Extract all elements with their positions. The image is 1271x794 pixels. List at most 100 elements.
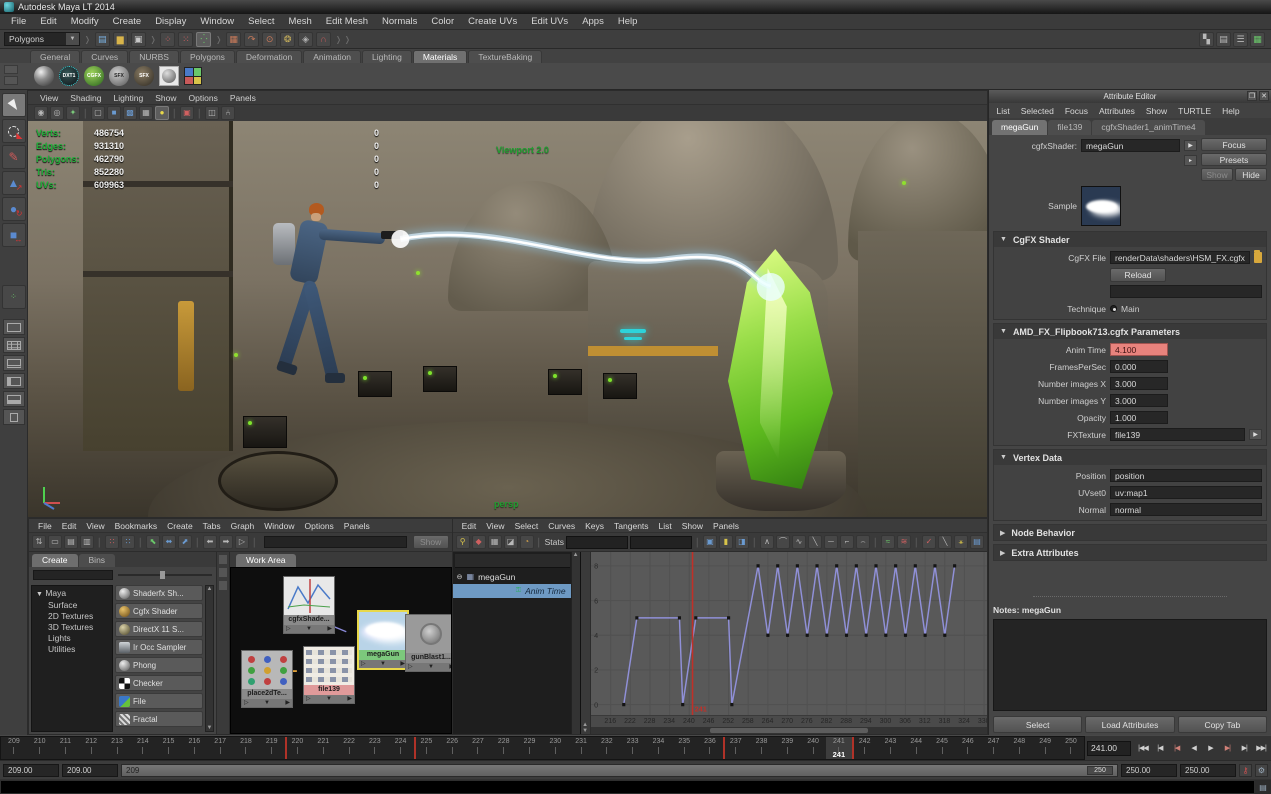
region-select-icon[interactable]: ◪ <box>503 535 518 549</box>
timeline-frame[interactable]: 227 <box>465 737 491 759</box>
shaderfx-dark-icon[interactable]: SFX <box>134 66 154 86</box>
camera-select-icon[interactable]: ◉ <box>34 106 48 120</box>
focus-button[interactable]: Focus <box>1201 138 1267 151</box>
color-set-icon[interactable] <box>184 67 202 85</box>
menu-item[interactable]: Edit UVs <box>524 16 575 27</box>
lattice-deform-icon[interactable]: ▦ <box>487 535 502 549</box>
graph-editor-menu-item[interactable]: Tangents <box>609 521 654 531</box>
menu-item[interactable]: Window <box>193 16 241 27</box>
hypershade-menu-item[interactable]: Tabs <box>198 521 226 531</box>
dxt1-compress-icon[interactable]: DXT1 <box>59 66 79 86</box>
notes-textarea[interactable] <box>993 619 1267 711</box>
range-slider-fill[interactable]: 209 250 <box>122 764 1117 776</box>
node-button-ir-occ[interactable]: Ir Occ Sampler <box>115 639 203 655</box>
graph-editor-menu-item[interactable]: View <box>481 521 509 531</box>
select-tool-button[interactable] <box>1 93 26 117</box>
show-button[interactable]: Show <box>1201 168 1233 181</box>
timeline-frame[interactable]: 226 <box>439 737 465 759</box>
tree-item-3d-textures[interactable]: 3D Textures <box>36 622 112 633</box>
grid-green-icon[interactable]: ▦ <box>1250 31 1265 47</box>
swatch-menu-icon[interactable]: ▶ <box>1184 140 1197 151</box>
menu-item[interactable]: Mesh <box>282 16 319 27</box>
graph-editor-menu-item[interactable]: Keys <box>580 521 609 531</box>
last-tool-button[interactable]: ⁘ <box>1 285 26 309</box>
graph-vertical-scrollbar[interactable]: ▲ ▼ <box>580 552 591 734</box>
presets-button[interactable]: Presets <box>1201 153 1267 166</box>
rotate-tool-button[interactable]: ● ↻ <box>1 197 26 221</box>
create-bar-icon[interactable]: ∷ <box>105 535 119 549</box>
ae-menu-item[interactable]: List <box>991 106 1015 116</box>
timeline-frame[interactable]: 244 <box>903 737 929 759</box>
tree-item-2d-textures[interactable]: 2D Textures <box>36 611 112 622</box>
select-object-icon[interactable]: ⁙ <box>178 31 194 47</box>
hypershade-mini-toolbar[interactable] <box>217 552 230 734</box>
node-button-fractal[interactable]: Fractal <box>115 711 203 727</box>
timeline-frame[interactable]: 235 <box>671 737 697 759</box>
xray-cube-icon[interactable]: ◫ <box>205 106 219 120</box>
shelf-tab[interactable]: TextureBaking <box>468 50 543 63</box>
technique-radio[interactable] <box>1110 305 1117 312</box>
graph-editor-menu-item[interactable]: Edit <box>457 521 482 531</box>
node-button-dx11[interactable]: DirectX 11 S... <box>115 621 203 637</box>
timeline-frame[interactable]: 245 <box>929 737 955 759</box>
step-tangent-icon[interactable]: ⌐ <box>840 535 854 549</box>
shelf-side-buttons[interactable] <box>4 65 18 85</box>
notes-icon[interactable]: ▤ <box>1216 31 1231 47</box>
timeline-frame[interactable]: 234 <box>646 737 672 759</box>
shelf-tab[interactable]: Materials <box>412 50 468 63</box>
lasso-tool-button[interactable]: ◣ <box>1 119 26 143</box>
graph-editor-menu-item[interactable]: Show <box>677 521 708 531</box>
copy-tab-button[interactable]: Copy Tab <box>1177 716 1267 733</box>
go-to-start-button[interactable]: |◀◀ <box>1135 740 1151 756</box>
graph-horizontal-scrollbar[interactable] <box>590 727 987 734</box>
time-snap-icon[interactable]: ◔ <box>519 535 534 549</box>
hypershade-menu-item[interactable]: View <box>81 521 109 531</box>
menu-item[interactable]: Color <box>424 16 461 27</box>
number-images-x-field[interactable]: 3.000 <box>1110 377 1168 390</box>
timeline-frame[interactable]: 231 <box>568 737 594 759</box>
play-forwards-button[interactable]: ▶ <box>1203 740 1219 756</box>
spline-tangent-icon[interactable]: ⌒ <box>776 535 790 549</box>
timeline-frame[interactable]: 242 <box>851 737 878 759</box>
timeline-frame[interactable]: 241 241 <box>826 737 852 759</box>
ae-menu-item[interactable]: Focus <box>1059 106 1093 116</box>
stats-value-field[interactable] <box>630 535 692 549</box>
attribute-editor-titlebar[interactable]: Attribute Editor ❐ ✕ <box>989 90 1271 103</box>
layout-persp-graph-button[interactable] <box>2 391 25 407</box>
anim-time-field[interactable]: 4.100 <box>1110 343 1168 356</box>
shelf-tab[interactable]: Deformation <box>235 50 303 63</box>
step-forward-frame-button[interactable]: ▶| <box>1236 740 1252 756</box>
position-field[interactable]: position <box>1110 469 1262 482</box>
camera-lock-icon[interactable]: ◎ <box>50 106 64 120</box>
hypershade-filter-field[interactable] <box>264 536 407 548</box>
auto-tangent-icon[interactable]: ∧ <box>760 535 774 549</box>
node-button-cgfx[interactable]: Cgfx Shader <box>115 603 203 619</box>
tree-item-surface[interactable]: Surface <box>36 600 112 611</box>
timeline-frame[interactable]: 217 <box>207 737 233 759</box>
viewport-menu-item[interactable]: Show <box>149 93 182 103</box>
shelf-tab[interactable]: Curves <box>81 50 129 63</box>
graph-editor-menu-item[interactable]: List <box>654 521 677 531</box>
shaded-cube-icon[interactable]: ■ <box>107 106 121 120</box>
tree-item-maya[interactable]: ▼ Maya <box>36 588 112 600</box>
snap-projected-center-icon[interactable]: ❂ <box>280 31 296 47</box>
texture-connect-icon[interactable]: ▶ <box>1249 429 1262 440</box>
play-backwards-button[interactable]: ◀ <box>1186 740 1202 756</box>
ae-menu-item[interactable]: Help <box>1217 106 1245 116</box>
shelf-tab[interactable]: Lighting <box>362 50 412 63</box>
swatch-size-slider[interactable] <box>118 571 212 579</box>
break-tangent-icon[interactable]: ✓ <box>922 535 936 549</box>
menu-item[interactable]: Modify <box>64 16 106 27</box>
timeline-frame[interactable]: 209 <box>1 737 27 759</box>
collapse-icon[interactable]: ⊖ <box>457 573 463 581</box>
top-bottom-layout-icon[interactable]: ▭ <box>48 535 62 549</box>
clear-graph-icon[interactable]: ▷ <box>235 535 249 549</box>
opacity-field[interactable]: 1.000 <box>1110 411 1168 424</box>
folder-icon[interactable] <box>1253 250 1262 263</box>
hypershade-menu-item[interactable]: Graph <box>226 521 260 531</box>
fxtexture-field[interactable]: file139 <box>1110 428 1245 441</box>
load-attributes-button[interactable]: Load Attributes <box>1085 716 1175 733</box>
menu-item[interactable]: Display <box>148 16 193 27</box>
script-editor-icon[interactable]: ▤ <box>1255 780 1271 794</box>
unify-tangent-icon[interactable]: ╲ <box>938 535 952 549</box>
